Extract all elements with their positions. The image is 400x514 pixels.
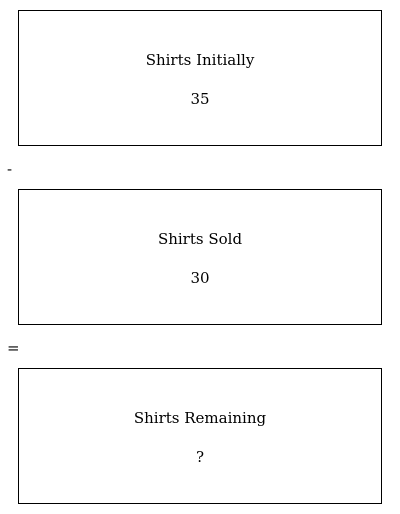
box-label: Shirts Sold	[157, 230, 243, 248]
sold-shirts-box: Shirts Sold 30	[18, 189, 382, 325]
equals-operator: =	[7, 339, 20, 357]
box-value: 30	[190, 269, 210, 287]
box-label: Shirts Remaining	[133, 409, 267, 427]
remaining-shirts-box: Shirts Remaining ?	[18, 368, 382, 504]
box-value: ?	[195, 448, 205, 466]
minus-operator: -	[7, 160, 13, 178]
box-label: Shirts Initially	[145, 51, 255, 69]
box-value: 35	[190, 90, 210, 108]
initial-shirts-box: Shirts Initially 35	[18, 10, 382, 146]
